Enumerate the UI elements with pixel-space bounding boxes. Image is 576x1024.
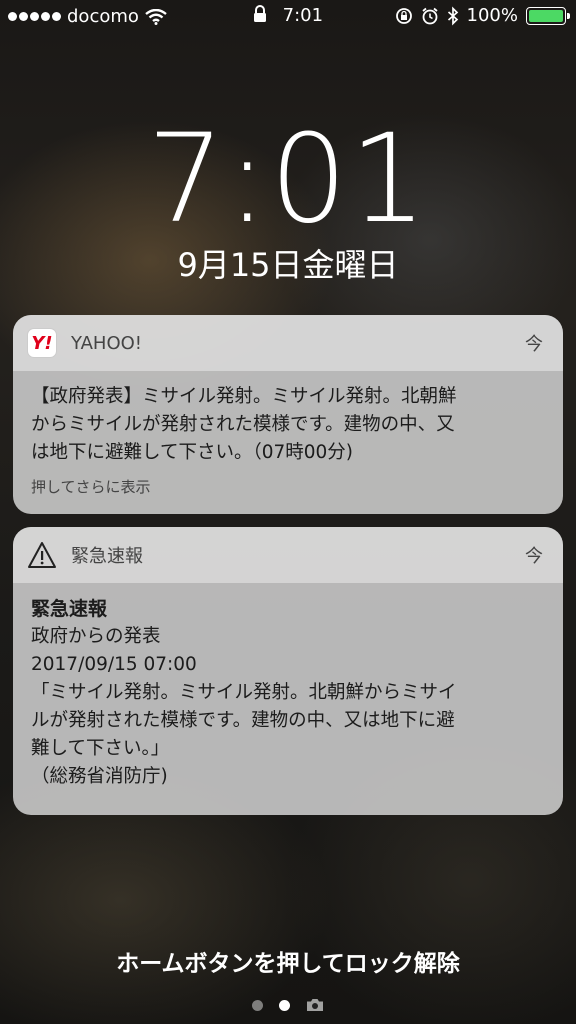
notification-header: 緊急速報 今 <box>13 527 563 583</box>
notification-time: 今 <box>525 546 543 567</box>
lock-screen-date: 9月15日金曜日 <box>177 246 399 284</box>
battery-fill <box>529 9 563 22</box>
status-time: 7:01 <box>282 5 324 26</box>
notification-line: 政府からの発表 <box>31 626 161 647</box>
alarm-icon <box>421 7 438 24</box>
notification-body: 【政府発表】ミサイル発射。ミサイル発射。北朝鮮 からミサイルが発射された模様です… <box>13 371 563 514</box>
page-dot[interactable] <box>252 999 263 1011</box>
bluetooth-icon <box>447 5 458 26</box>
notification-app-name: YAHOO! <box>71 332 142 354</box>
notification-header: Y! YAHOO! 今 <box>13 315 563 371</box>
battery-percent: 100% <box>466 5 518 26</box>
page-dot-active[interactable] <box>279 999 290 1011</box>
warning-icon <box>28 542 56 568</box>
lock-screen-clock: 7:01 <box>147 108 429 250</box>
notification-line: （総務省消防庁) <box>31 766 168 787</box>
notification-line: からミサイルが発射された模様です。建物の中、又 <box>31 414 455 435</box>
status-bar: docomo 7:01 100% <box>0 0 576 34</box>
battery-icon <box>526 6 570 25</box>
notification-yahoo[interactable]: Y! YAHOO! 今 【政府発表】ミサイル発射。ミサイル発射。北朝鮮 からミサ… <box>13 315 563 514</box>
notification-line: 難して下さい。」 <box>31 738 170 759</box>
unlock-prompt: ホームボタンを押してロック解除 <box>116 951 460 977</box>
notification-body: 緊急速報 政府からの発表 2017/09/15 07:00 「ミサイル発射。ミサ… <box>13 583 563 807</box>
notification-line: ルが発射された模様です。建物の中、又は地下に避 <box>31 710 455 731</box>
rotation-lock-icon <box>395 7 412 24</box>
camera-icon[interactable] <box>306 998 324 1012</box>
lock-icon <box>253 5 266 22</box>
notification-hint: 押してさらに表示 <box>31 478 151 496</box>
notification-line: は地下に避難して下さい。（07時00分) <box>31 442 353 463</box>
page-indicator[interactable] <box>0 998 576 1012</box>
yahoo-icon: Y! <box>27 328 57 358</box>
status-right: 100% <box>395 5 570 26</box>
notification-line: 2017/09/15 07:00 <box>31 654 197 675</box>
notification-emergency-alert[interactable]: 緊急速報 今 緊急速報 政府からの発表 2017/09/15 07:00 「ミサ… <box>13 527 563 815</box>
notification-line: 【政府発表】ミサイル発射。ミサイル発射。北朝鮮 <box>31 386 457 407</box>
notification-title: 緊急速報 <box>31 598 108 620</box>
notification-app-name: 緊急速報 <box>71 546 143 567</box>
notification-line: 「ミサイル発射。ミサイル発射。北朝鮮からミサイ <box>31 682 457 703</box>
notification-time: 今 <box>525 334 543 355</box>
